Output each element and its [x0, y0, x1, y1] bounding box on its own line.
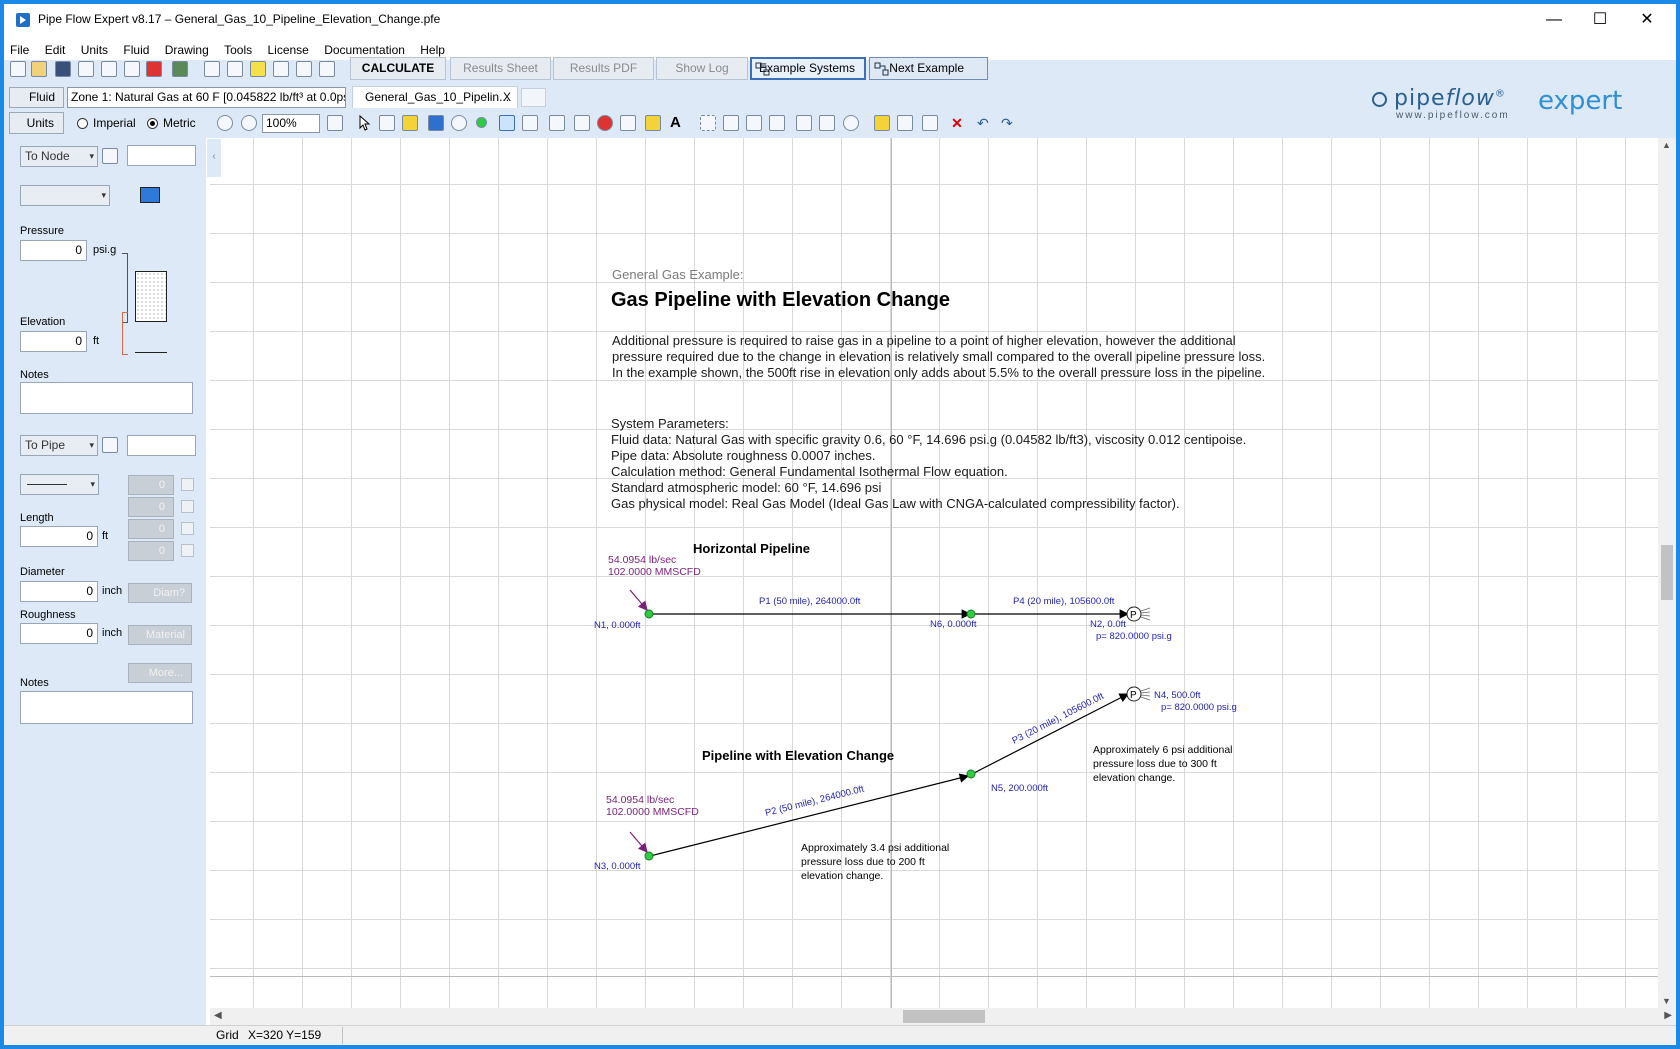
pressure-node-n2-symbol: P	[1130, 610, 1137, 621]
label-n6: N6, 0.000ft	[930, 619, 977, 630]
status-coordinates: X=320 Y=159	[248, 1028, 322, 1042]
label-p2: P2 (50 mile), 264000.0ft	[764, 784, 865, 819]
status-grid-cell: Grid X=320 Y=159	[210, 1027, 343, 1044]
label-n4-pressure: p= 820.0000 psi.g	[1161, 702, 1237, 713]
vertical-scroll-thumb[interactable]	[1661, 545, 1673, 600]
note-right-line-3: elevation change.	[1093, 772, 1175, 784]
inflow-top-volume: 102.0000 MMSCFD	[608, 566, 701, 578]
label-n3: N3, 0.000ft	[594, 861, 641, 872]
label-n4: N4, 500.0ft	[1154, 690, 1201, 701]
note-bottom-line-3: elevation change.	[801, 870, 883, 882]
inflow-top-mass: 54.0954 lb/sec	[608, 554, 676, 566]
pressure-node-n2-rays	[1140, 607, 1151, 621]
scroll-up-icon[interactable]: ▲	[1662, 140, 1671, 150]
inflow-bottom-volume: 102.0000 MMSCFD	[606, 806, 699, 818]
scroll-left-icon[interactable]: ◀	[214, 1010, 222, 1021]
scroll-down-icon[interactable]: ▼	[1662, 996, 1671, 1006]
label-n5: N5, 200.000ft	[991, 783, 1048, 794]
note-bottom-line-2: pressure loss due to 200 ft	[801, 856, 925, 868]
node-n6[interactable]	[966, 609, 976, 619]
status-grid-label: Grid	[216, 1028, 239, 1042]
label-n2: N2, 0.0ft	[1090, 619, 1126, 630]
horizontal-pipeline-title: Horizontal Pipeline	[693, 541, 810, 556]
label-p1: P1 (50 mile), 264000.0ft	[759, 596, 861, 607]
inflow-bottom-mass: 54.0954 lb/sec	[606, 794, 674, 806]
note-right-line-2: pressure loss due to 300 ft	[1093, 758, 1217, 770]
horizontal-scroll-thumb[interactable]	[903, 1010, 985, 1023]
note-right-line-1: Approximately 6 psi additional	[1093, 744, 1233, 756]
inflow-arrow-bottom	[629, 831, 648, 853]
elevation-pipeline-title: Pipeline with Elevation Change	[702, 748, 894, 763]
label-n2-pressure: p= 820.0000 psi.g	[1096, 631, 1172, 642]
pressure-node-n4-rays	[1140, 687, 1151, 701]
node-n1[interactable]	[644, 609, 654, 619]
label-p4: P4 (20 mile), 105600.0ft	[1013, 596, 1115, 607]
inflow-arrow-top	[629, 589, 648, 611]
note-bottom-line-1: Approximately 3.4 psi additional	[801, 842, 949, 854]
scroll-right-icon[interactable]: ▶	[1664, 1010, 1672, 1021]
pressure-node-n4-symbol: P	[1130, 690, 1137, 701]
node-n5[interactable]	[966, 769, 976, 779]
node-n3[interactable]	[644, 851, 654, 861]
label-p3: P3 (20 mile), 105600.0ft	[1010, 691, 1106, 747]
pipe-network-diagram: Horizontal Pipeline Pipeline with Elevat…	[594, 541, 1237, 882]
label-n1: N1, 0.000ft	[594, 620, 641, 631]
